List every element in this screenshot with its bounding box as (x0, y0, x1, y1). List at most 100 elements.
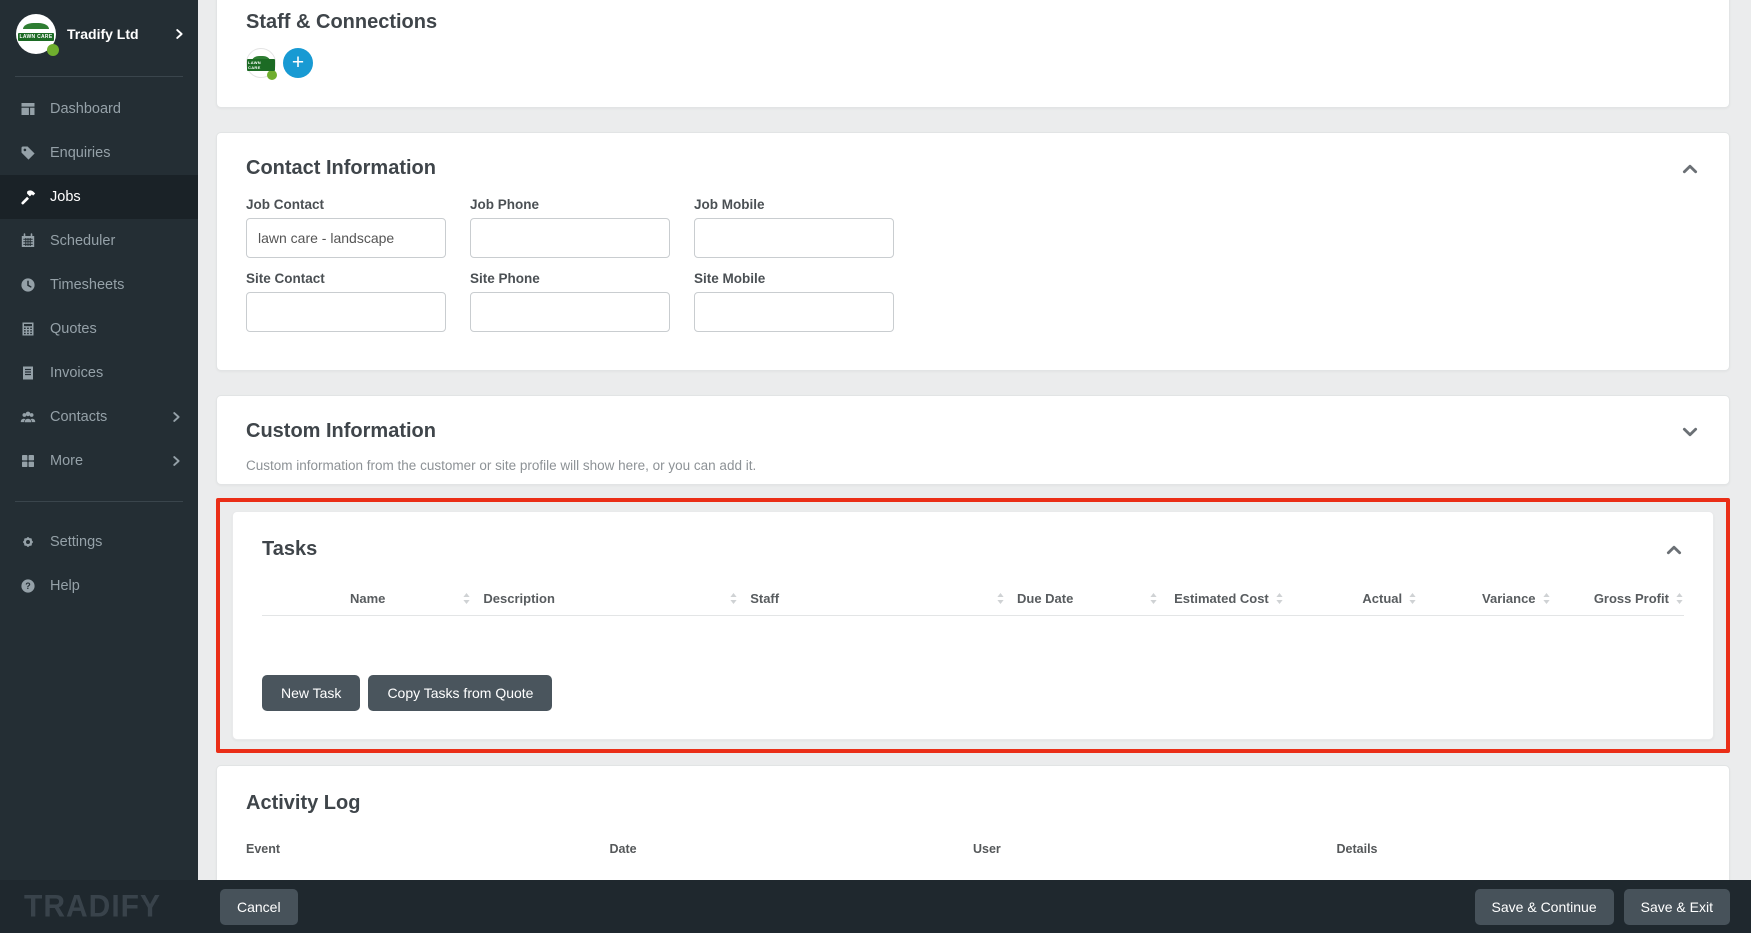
site-mobile-field-group: Site Mobile (694, 271, 894, 332)
collapse-chevron-down-icon[interactable] (1680, 422, 1700, 442)
activity-column-event: Event (246, 842, 610, 856)
activity-log-card: Activity Log Event Date User Details (216, 765, 1730, 880)
org-switcher[interactable]: LAWN CARE Tradify Ltd (0, 0, 198, 66)
tasks-column-estimated-cost[interactable]: Estimated Cost (1170, 591, 1283, 606)
site-phone-label: Site Phone (470, 271, 670, 286)
tasks-table-header-row: Name Description Staff Due Date (262, 591, 1684, 616)
site-mobile-input[interactable] (694, 292, 894, 332)
tasks-column-name[interactable]: Name (350, 591, 483, 606)
activity-log-header-row: Event Date User Details (246, 842, 1700, 856)
sidebar-item-contacts[interactable]: Contacts (0, 395, 198, 439)
collapse-chevron-up-icon[interactable] (1680, 159, 1700, 179)
job-contact-field-group: Job Contact (246, 197, 446, 258)
sidebar-item-timesheets[interactable]: Timesheets (0, 263, 198, 307)
sidebar-item-enquiries[interactable]: Enquiries (0, 131, 198, 175)
sort-icon (729, 592, 738, 605)
job-mobile-field-group: Job Mobile (694, 197, 894, 258)
calculator-icon (20, 321, 36, 337)
site-phone-input[interactable] (470, 292, 670, 332)
annotation-highlight-rect: Tasks Name Description Staff (216, 498, 1730, 753)
job-mobile-input[interactable] (694, 218, 894, 258)
staff-avatar[interactable]: LAWN CARE (246, 48, 276, 78)
job-contact-input[interactable] (246, 218, 446, 258)
save-and-continue-button[interactable]: Save & Continue (1475, 889, 1614, 925)
chevron-right-icon (172, 27, 186, 41)
tasks-column-variance[interactable]: Variance (1417, 591, 1550, 606)
invoice-icon (20, 365, 36, 381)
sort-icon (1275, 592, 1284, 605)
activity-column-user: User (973, 842, 1337, 856)
tasks-column-gross-profit[interactable]: Gross Profit (1551, 591, 1684, 606)
org-name: Tradify Ltd (67, 26, 172, 42)
site-contact-field-group: Site Contact (246, 271, 446, 332)
sidebar-item-help[interactable]: ? Help (0, 564, 198, 608)
contact-information-title: Contact Information (246, 157, 1680, 180)
save-and-exit-button[interactable]: Save & Exit (1624, 889, 1730, 925)
chevron-right-icon (169, 410, 183, 424)
staff-connections-title: Staff & Connections (246, 11, 1700, 34)
people-icon (20, 409, 36, 425)
bottom-action-bar: TRADIFY Cancel Save & Continue Save & Ex… (0, 880, 1751, 933)
app-window: LAWN CARE Tradify Ltd Dashboard Enquirie… (0, 0, 1751, 933)
main-content: Staff & Connections LAWN CARE + Contact … (198, 0, 1751, 880)
question-icon: ? (20, 578, 36, 594)
custom-information-description: Custom information from the customer or … (246, 458, 1700, 473)
clock-icon (20, 277, 36, 293)
tasks-card: Tasks Name Description Staff (232, 511, 1714, 740)
activity-log-title: Activity Log (246, 792, 1700, 815)
lawn-care-logo-text: LAWN CARE (247, 59, 275, 71)
sidebar-item-dashboard[interactable]: Dashboard (0, 87, 198, 131)
hammer-icon (20, 189, 36, 205)
site-contact-input[interactable] (246, 292, 446, 332)
site-mobile-label: Site Mobile (694, 271, 894, 286)
staff-connections-card: Staff & Connections LAWN CARE + (216, 0, 1730, 108)
sidebar-item-invoices[interactable]: Invoices (0, 351, 198, 395)
sidebar: LAWN CARE Tradify Ltd Dashboard Enquirie… (0, 0, 198, 880)
tasks-title: Tasks (262, 538, 1664, 561)
sort-icon (1675, 592, 1684, 605)
sidebar-item-more[interactable]: More (0, 439, 198, 483)
online-status-dot (47, 44, 59, 56)
lawn-care-logo-text: LAWN CARE (18, 33, 55, 41)
sort-icon (1408, 592, 1417, 605)
tag-icon (20, 145, 36, 161)
gear-icon (20, 534, 36, 550)
dashboard-icon (20, 101, 36, 117)
sidebar-item-jobs[interactable]: Jobs (0, 175, 198, 219)
job-phone-field-group: Job Phone (470, 197, 670, 258)
sort-icon (1542, 592, 1551, 605)
sort-icon (996, 592, 1005, 605)
tasks-column-actual[interactable]: Actual (1284, 591, 1417, 606)
custom-information-card: Custom Information Custom information fr… (216, 395, 1730, 485)
sidebar-item-scheduler[interactable]: Scheduler (0, 219, 198, 263)
collapse-chevron-up-icon[interactable] (1664, 540, 1684, 560)
job-phone-input[interactable] (470, 218, 670, 258)
site-phone-field-group: Site Phone (470, 271, 670, 332)
tradify-logo: TRADIFY (24, 889, 174, 925)
svg-text:?: ? (25, 581, 31, 591)
online-status-dot (267, 70, 277, 80)
tasks-column-description[interactable]: Description (483, 591, 750, 606)
add-staff-button[interactable]: + (283, 48, 313, 78)
lawn-care-logo (23, 23, 49, 29)
cancel-button[interactable]: Cancel (220, 889, 298, 925)
sort-icon (462, 592, 471, 605)
sidebar-divider (15, 501, 183, 502)
activity-column-date: Date (610, 842, 974, 856)
job-phone-label: Job Phone (470, 197, 670, 212)
sort-icon (1149, 592, 1158, 605)
custom-information-title: Custom Information (246, 420, 1680, 443)
job-mobile-label: Job Mobile (694, 197, 894, 212)
new-task-button[interactable]: New Task (262, 675, 360, 711)
copy-tasks-from-quote-button[interactable]: Copy Tasks from Quote (368, 675, 552, 711)
sidebar-item-quotes[interactable]: Quotes (0, 307, 198, 351)
job-contact-label: Job Contact (246, 197, 446, 212)
activity-column-details: Details (1337, 842, 1701, 856)
tasks-column-due-date[interactable]: Due Date (1017, 591, 1170, 606)
tasks-column-staff[interactable]: Staff (750, 591, 1017, 606)
site-contact-label: Site Contact (246, 271, 446, 286)
sidebar-item-settings[interactable]: Settings (0, 520, 198, 564)
chevron-right-icon (169, 454, 183, 468)
sidebar-divider (15, 76, 183, 77)
grid-icon (20, 453, 36, 469)
